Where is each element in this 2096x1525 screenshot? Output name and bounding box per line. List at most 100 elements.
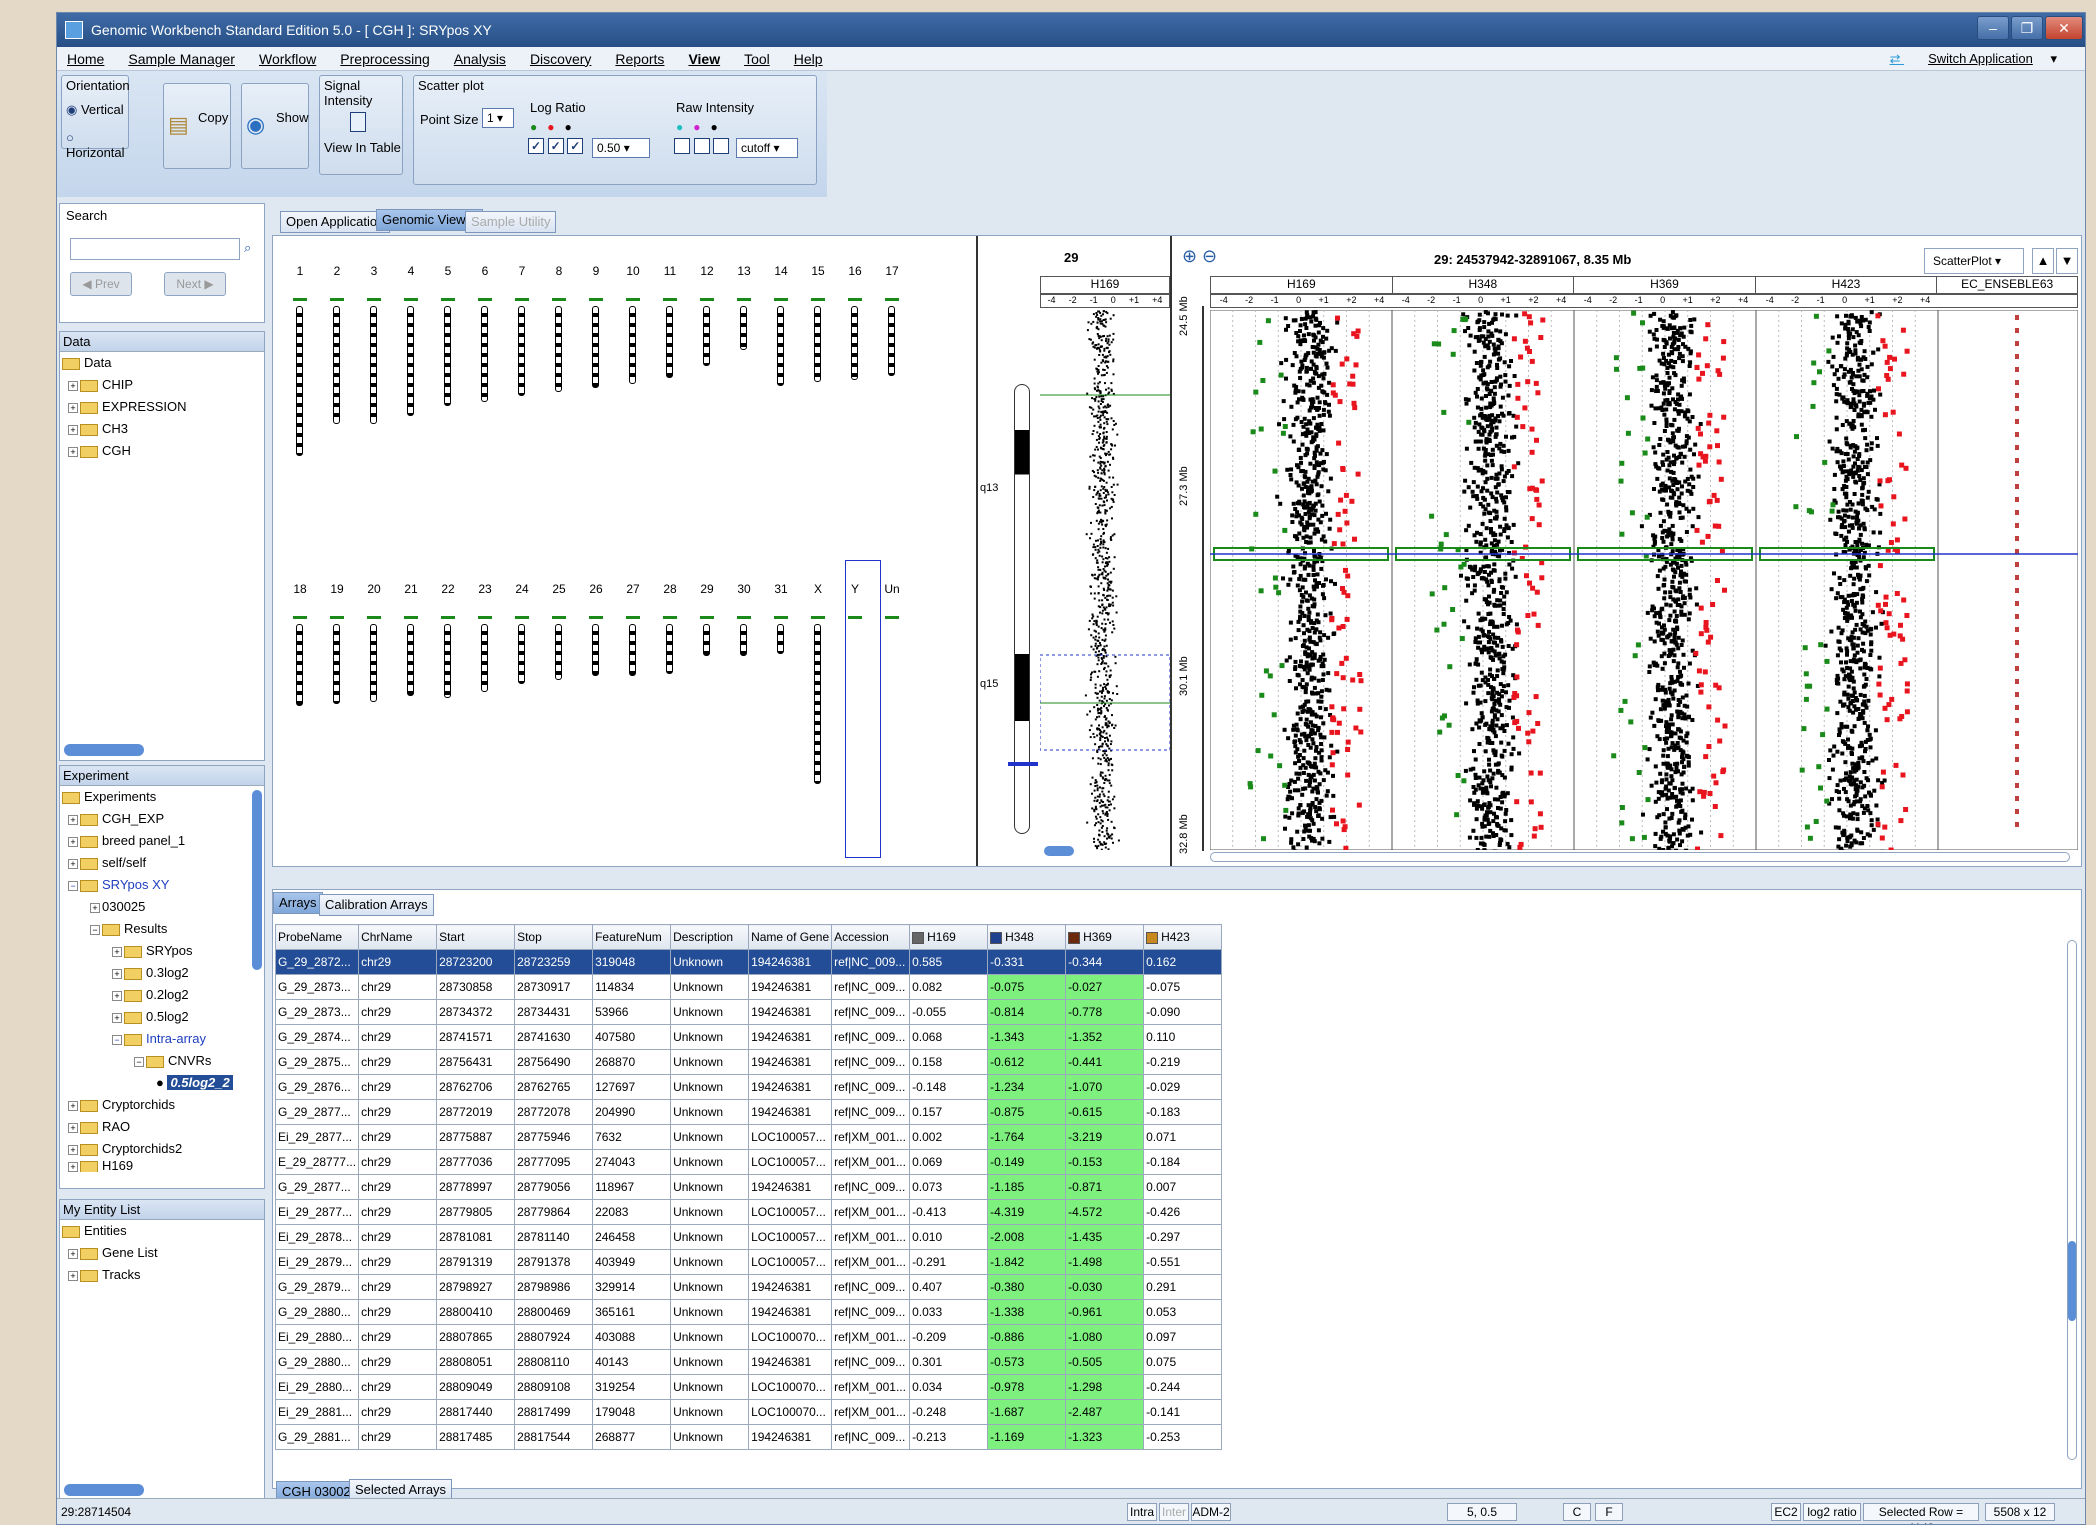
search-icon[interactable]: ⌕ (244, 240, 251, 256)
column-header[interactable]: Start (436, 924, 516, 950)
chromosome-10[interactable] (629, 306, 636, 384)
chromosome-25[interactable] (555, 624, 562, 680)
gene-feature[interactable] (2015, 757, 2019, 762)
table-row[interactable]: G_29_2876... chr29 28762706 28762765 127697 U… (275, 1074, 1223, 1100)
gene-feature[interactable] (2015, 575, 2019, 580)
gene-feature[interactable] (2015, 471, 2019, 476)
show-button[interactable]: ◉ Show (241, 83, 309, 169)
chr-label-15[interactable]: 15 (803, 264, 833, 278)
chromosome-2[interactable] (333, 306, 340, 424)
gene-feature[interactable] (2015, 562, 2019, 567)
menu-home[interactable]: Home (67, 51, 104, 67)
table-row[interactable]: G_29_2873... chr29 28734372 28734431 53966 Un… (275, 999, 1223, 1025)
status-inter[interactable]: Inter (1159, 1503, 1189, 1521)
gene-feature[interactable] (2015, 731, 2019, 736)
table-row[interactable]: G_29_2877... chr29 28778997 28779056 118967 U… (275, 1174, 1223, 1200)
gain-checkbox[interactable]: ✓ (547, 138, 564, 154)
column-header[interactable]: Name of Gene (748, 924, 833, 950)
chr-label-1[interactable]: 1 (285, 264, 315, 278)
chromosome-23[interactable] (481, 624, 488, 692)
gene-feature[interactable] (2015, 432, 2019, 437)
chr-label-7[interactable]: 7 (507, 264, 537, 278)
tab-open-application[interactable]: Open Application (280, 211, 391, 233)
gene-feature[interactable] (2015, 458, 2019, 463)
gene-feature[interactable] (2015, 393, 2019, 398)
tree-breed-panel[interactable]: + breed panel_1 (62, 830, 264, 852)
table-scrollbar[interactable] (2067, 940, 2077, 1460)
raw-check-1[interactable] (674, 138, 690, 154)
column-header[interactable]: ProbeName (275, 924, 360, 950)
chr-label-2[interactable]: 2 (322, 264, 352, 278)
close-button[interactable]: ✕ (2045, 16, 2083, 40)
gene-feature[interactable] (2015, 341, 2019, 346)
chromosome-6[interactable] (481, 306, 488, 402)
column-header[interactable]: Stop (514, 924, 594, 950)
zoom-in-icon[interactable]: ⊕ (1182, 246, 1197, 267)
menu-view[interactable]: View (688, 51, 720, 67)
chr-label-24[interactable]: 24 (507, 582, 537, 596)
column-header[interactable]: H169 (909, 924, 989, 950)
chr-label-27[interactable]: 27 (618, 582, 648, 596)
table-row[interactable]: Ei_29_2879... chr29 28791319 28791378 403949… (275, 1249, 1223, 1275)
table-row[interactable]: G_29_2877... chr29 28772019 28772078 204990 U… (275, 1099, 1223, 1125)
chr-label-26[interactable]: 26 (581, 582, 611, 596)
chromosome-16[interactable] (851, 306, 858, 380)
chromosome-4[interactable] (407, 306, 414, 416)
status-c[interactable]: C (1563, 1503, 1591, 1521)
chr-label-Un[interactable]: Un (877, 582, 907, 596)
chr-label-14[interactable]: 14 (766, 264, 796, 278)
gene-feature[interactable] (2015, 445, 2019, 450)
column-header[interactable]: H423 (1143, 924, 1223, 950)
tree-cgh-exp[interactable]: + CGH_EXP (62, 808, 264, 830)
chromosome-14[interactable] (777, 306, 784, 386)
chromosome-20[interactable] (370, 624, 377, 702)
tree-experiments[interactable]: Experiments (62, 786, 264, 808)
chromosome-30[interactable] (740, 624, 747, 656)
tab-arrays[interactable]: Arrays (273, 892, 323, 914)
prev-button[interactable]: ◀ Prev (70, 272, 132, 296)
tab-calibration-arrays[interactable]: Calibration Arrays (319, 894, 434, 916)
gene-feature[interactable] (2015, 822, 2019, 827)
tree-srypos-xy[interactable]: − SRYpos XY (62, 874, 264, 896)
table-row[interactable]: Ei_29_2880... chr29 28809049 28809108 319254… (275, 1374, 1223, 1400)
chr-label-21[interactable]: 21 (396, 582, 426, 596)
gene-feature[interactable] (2015, 744, 2019, 749)
tree-cryptorchids[interactable]: + Cryptorchids (62, 1094, 264, 1116)
column-header[interactable]: FeatureNum (592, 924, 672, 950)
table-row[interactable]: G_29_2875... chr29 28756431 28756490 268870 U… (275, 1049, 1223, 1075)
chromosome-31[interactable] (777, 624, 784, 654)
chromosome-29[interactable] (703, 624, 710, 656)
chromosome-8[interactable] (555, 306, 562, 392)
tree-cryptorchids2[interactable]: + Cryptorchids2 (62, 1138, 264, 1160)
plot-mode-select[interactable]: ScatterPlot ▾ (1924, 248, 2024, 274)
column-header[interactable]: Description (670, 924, 750, 950)
raw-intensity-cutoff[interactable]: cutoff ▾ (736, 138, 798, 158)
chromosome-21[interactable] (407, 624, 414, 696)
chr-label-6[interactable]: 6 (470, 264, 500, 278)
table-row[interactable]: G_29_2880... chr29 28808051 28808110 40143 Un… (275, 1349, 1223, 1375)
gene-feature[interactable] (2015, 328, 2019, 333)
log-ratio-threshold[interactable]: 0.50 ▾ (592, 138, 650, 158)
tree-ch3[interactable]: + CH3 (62, 418, 264, 440)
menu-reports[interactable]: Reports (615, 51, 664, 67)
gene-feature[interactable] (2015, 783, 2019, 788)
chr-label-25[interactable]: 25 (544, 582, 574, 596)
chromosome-1[interactable] (296, 306, 303, 456)
table-row[interactable]: G_29_2881... chr29 28817485 28817544 268877 U… (275, 1424, 1223, 1450)
chr-label-X[interactable]: X (803, 582, 833, 596)
tree-data-root[interactable]: Data (62, 352, 264, 374)
tree-results[interactable]: − Results (62, 918, 264, 940)
column-header[interactable]: H348 (987, 924, 1067, 950)
chromosome-3[interactable] (370, 306, 377, 424)
table-row[interactable]: Ei_29_2877... chr29 28779805 28779864 22083 U… (275, 1199, 1223, 1225)
chromosome-15[interactable] (814, 306, 821, 382)
chromosome-22[interactable] (444, 624, 451, 698)
data-scrollbar[interactable] (64, 744, 144, 756)
table-row[interactable]: G_29_2874... chr29 28741571 28741630 407580 U… (275, 1024, 1223, 1050)
gene-feature[interactable] (2015, 718, 2019, 723)
gene-feature[interactable] (2015, 627, 2019, 632)
chromosome-12[interactable] (703, 306, 710, 366)
chr-label-19[interactable]: 19 (322, 582, 352, 596)
gene-feature[interactable] (2015, 367, 2019, 372)
gene-feature[interactable] (2015, 406, 2019, 411)
